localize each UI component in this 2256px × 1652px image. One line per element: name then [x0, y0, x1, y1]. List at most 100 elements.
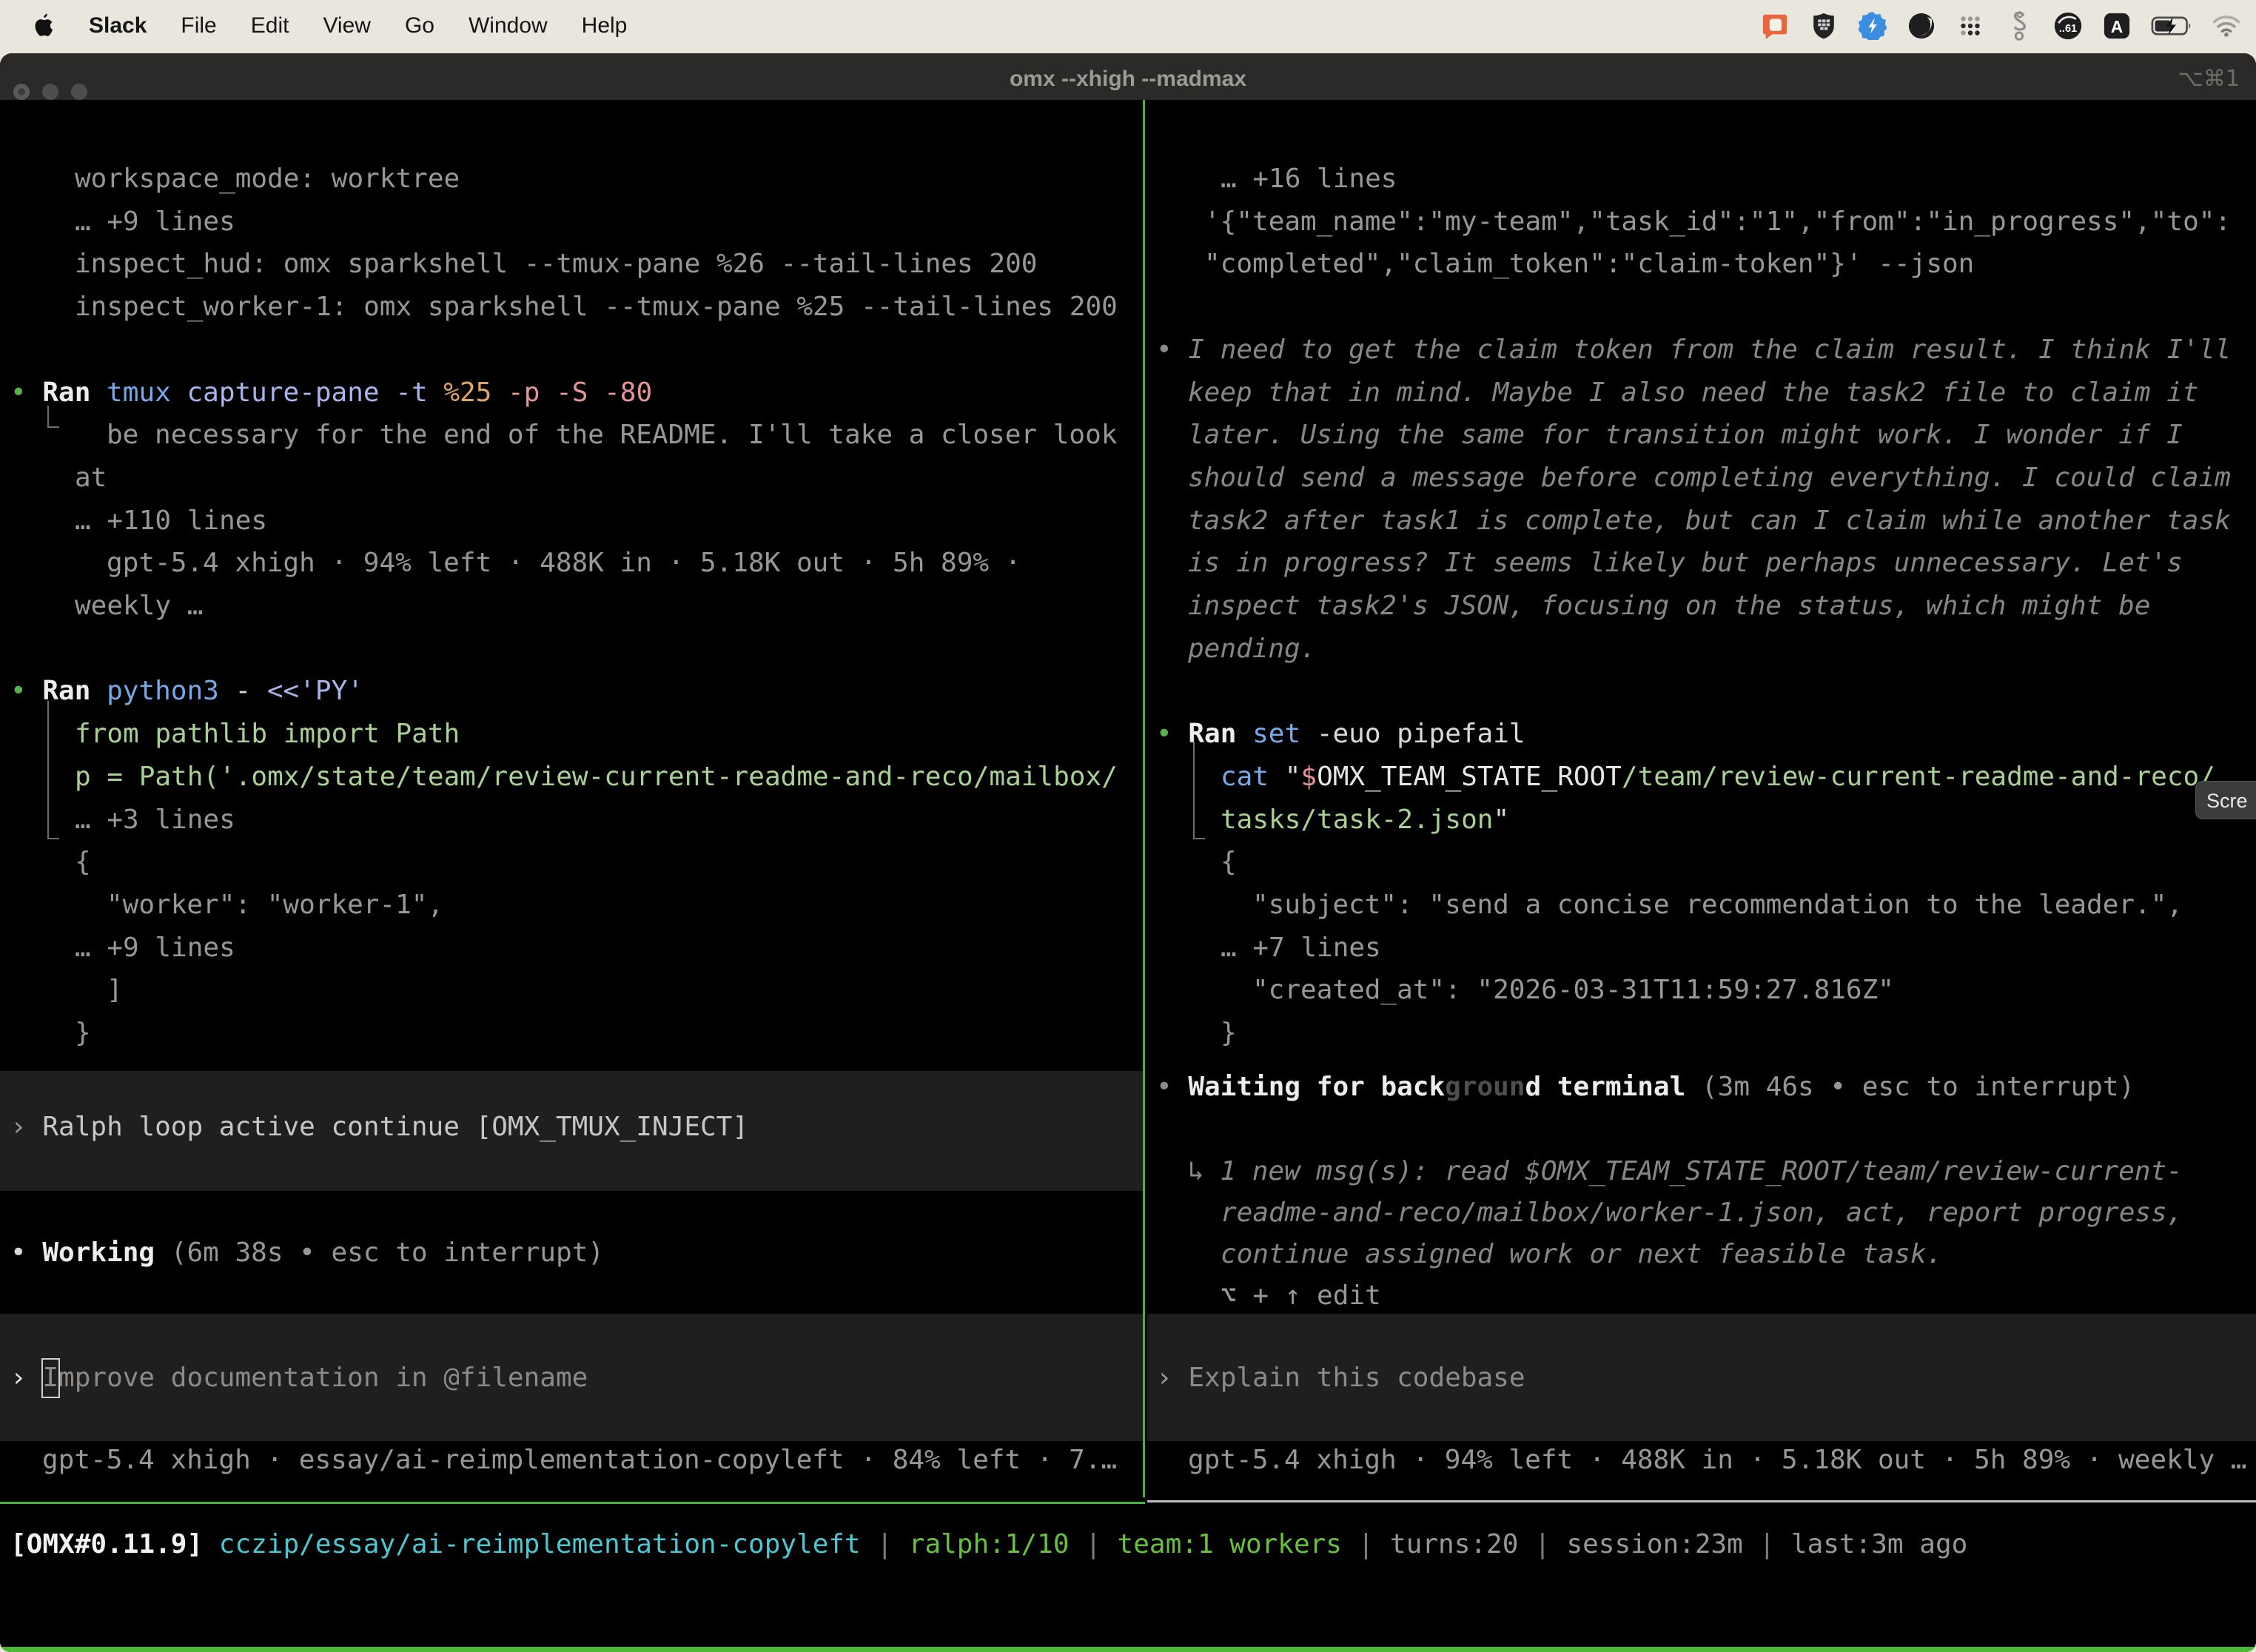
- apple-logo-icon[interactable]: [33, 13, 55, 39]
- crescent-circle-icon[interactable]: [1907, 11, 1936, 41]
- terminal-text-segment: -euo pipefail: [1317, 719, 1525, 749]
- menu-item-view[interactable]: View: [323, 13, 370, 38]
- connector-python: [47, 701, 59, 839]
- wifi-icon[interactable]: [2212, 11, 2241, 41]
- menu-item-go[interactable]: Go: [405, 13, 434, 38]
- terminal-text-segment: Working: [42, 1238, 155, 1268]
- terminal-text-segment: inspect_hud: omx sparkshell --tmux-pane …: [75, 249, 1037, 279]
- terminal-text-segment: … +9 lines: [75, 933, 235, 963]
- terminal-text-segment: Improve documentation in @filename: [42, 1363, 588, 1393]
- terminal-text-segment: %25: [443, 377, 491, 408]
- terminal-text-segment: '{"team_name":"my-team","task_id":"1","f…: [1204, 206, 2231, 237]
- terminal-text-segment: gpt-5.4 xhigh · 94% left · 488K in · 5.1…: [107, 548, 1021, 578]
- terminal-text-segment: later. Using the same for transition mig…: [1188, 420, 2183, 450]
- output-line: … +110 lines: [75, 500, 267, 543]
- menu-item-slack[interactable]: Slack: [89, 13, 147, 38]
- terminal-text-segment: "completed","claim_token":"claim-token"}…: [1204, 249, 1974, 279]
- code-line: p = Path('.omx/state/team/review-current…: [75, 756, 1118, 799]
- window-shortcut-hint: ⌥⌘1: [2178, 53, 2240, 100]
- terminal-text-segment: •: [1156, 719, 1172, 749]
- keyboard-badge-text: A: [2111, 17, 2123, 36]
- terminal-text-segment: [540, 377, 556, 408]
- terminal-text-segment: |: [861, 1529, 909, 1559]
- terminal-text-segment: task2 after task1 is complete, but can I…: [1188, 506, 2231, 536]
- terminal-text-segment: keep that in mind. Maybe I also need the…: [1188, 377, 2198, 408]
- terminal-text-segment: -p: [508, 377, 540, 408]
- output-line: … +9 lines: [75, 201, 235, 244]
- terminal-text-segment: ⌥ + ↑ edit: [1221, 1280, 1381, 1311]
- terminal-text-segment: session:23m: [1566, 1529, 1742, 1559]
- battery-icon[interactable]: [2151, 11, 2192, 41]
- terminal-text-segment: }: [75, 1018, 91, 1048]
- ran-command-line: • Ran python3 - <<'PY': [10, 670, 363, 713]
- terminal-text-segment: [155, 1238, 171, 1268]
- chat-badge-icon[interactable]: [1760, 11, 1790, 41]
- menu-item-file[interactable]: File: [181, 13, 216, 38]
- terminal-text-segment: Ran: [1188, 719, 1236, 749]
- s-hook-icon[interactable]: [2004, 11, 2034, 41]
- pane-divider[interactable]: [1143, 100, 1145, 1497]
- window-title: omx --xhigh --madmax: [0, 53, 2256, 100]
- terminal-text-segment: tasks/task-2.json: [1221, 805, 1493, 835]
- terminal-text-segment: [1300, 719, 1317, 749]
- terminal-text-segment: … +7 lines: [1221, 933, 1381, 963]
- terminal-text-segment: gpt-5.4 xhigh · essay/ai-reimplementatio…: [42, 1445, 1117, 1475]
- terminal-text-segment: [380, 377, 396, 408]
- count-61-icon[interactable]: ..61: [2053, 11, 2083, 41]
- dots-grid-icon[interactable]: [1955, 11, 1985, 41]
- menu-item-window[interactable]: Window: [469, 13, 548, 38]
- terminal-text-segment: ↳: [1188, 1156, 1204, 1186]
- prompt-placeholder-line: › Improve documentation in @filename: [10, 1357, 588, 1400]
- blue-spark-icon[interactable]: [1858, 11, 1887, 41]
- terminal-text-segment: [1236, 719, 1252, 749]
- terminal-text-segment: [251, 676, 267, 706]
- terminal-text-segment: |: [1070, 1529, 1118, 1559]
- text-cursor: [41, 1358, 60, 1398]
- terminal-text-segment: tmux: [107, 377, 171, 408]
- output-line: workspace_mode: worktree: [75, 158, 460, 201]
- terminal-text-segment: should send a message before completing …: [1188, 463, 2231, 493]
- terminal-text-segment: "created_at": "2026-03-31T11:59:27.816Z": [1252, 975, 1894, 1005]
- grid-shield-icon[interactable]: [1809, 11, 1839, 41]
- code-line: cat "$OMX_TEAM_STATE_ROOT/team/review-cu…: [1221, 756, 2215, 799]
- terminal-text-segment: team:1 workers: [1118, 1529, 1342, 1559]
- terminal-text-segment: gpt-5.4 xhigh · 94% left · 488K in · 5.1…: [1188, 1445, 2246, 1475]
- menu-item-edit[interactable]: Edit: [251, 13, 289, 38]
- menu-item-help[interactable]: Help: [582, 13, 628, 38]
- terminal-text-segment: |: [1342, 1529, 1390, 1559]
- working-status-line: • Working (6m 38s • esc to interrupt): [10, 1232, 604, 1275]
- thinking-line: is in progress? It seems likely but perh…: [1188, 542, 2183, 585]
- terminal-text-segment: pending.: [1188, 634, 1316, 664]
- terminal-text-segment: inspect task2's JSON, focusing on the st…: [1188, 591, 2150, 621]
- terminal-text-segment: •: [10, 1238, 27, 1268]
- thinking-line: • I need to get the claim token from the…: [1156, 329, 2231, 372]
- terminal-text-segment: … +9 lines: [75, 206, 235, 237]
- terminal-text-segment: {: [1221, 847, 1237, 877]
- left-pane-border: [0, 1502, 1145, 1504]
- terminal-text-segment: -80: [604, 377, 652, 408]
- terminal-text-segment: [588, 377, 604, 408]
- terminal-text-segment: [90, 676, 107, 706]
- screen: Slack File Edit View Go Window Help: [0, 0, 2256, 1652]
- terminal-text-segment: [1685, 1072, 1702, 1102]
- thinking-line: keep that in mind. Maybe I also need the…: [1188, 372, 2198, 414]
- terminal-text-segment: [1269, 762, 1285, 792]
- terminal-text-segment: |: [1518, 1529, 1566, 1559]
- output-line: "subject": "send a concise recommendatio…: [1252, 884, 2183, 927]
- keyboard-a-icon[interactable]: A: [2102, 11, 2132, 41]
- terminal-text-segment: -: [235, 676, 252, 706]
- terminal-text-segment: [27, 1363, 43, 1393]
- terminal-window: omx --xhigh --madmax ⌥⌘1 workspace_mode:…: [0, 53, 2256, 1652]
- thinking-line: inspect task2's JSON, focusing on the st…: [1188, 585, 2150, 628]
- thinking-line: task2 after task1 is complete, but can I…: [1188, 500, 2231, 543]
- terminal-text-segment: weekly …: [75, 591, 203, 621]
- output-line: … +16 lines: [1221, 158, 1397, 201]
- tmux-status-bar: [omx-cczip0:bash* "MacBook-Pro-44.local"…: [0, 1647, 2256, 1652]
- tmux-session-label: [omx-cczip0:bash*: [9, 1647, 281, 1652]
- output-line: at: [75, 457, 107, 500]
- terminal-text-segment: [27, 1112, 43, 1142]
- terminal-text-segment: Ralph loop active continue [OMX_TMUX_INJ…: [42, 1112, 748, 1142]
- window-titlebar[interactable]: omx --xhigh --madmax ⌥⌘1: [0, 53, 2256, 100]
- connector-cat: [1193, 742, 1205, 839]
- terminal-text-segment: OMX_TEAM_STATE_ROOT: [1317, 762, 1622, 792]
